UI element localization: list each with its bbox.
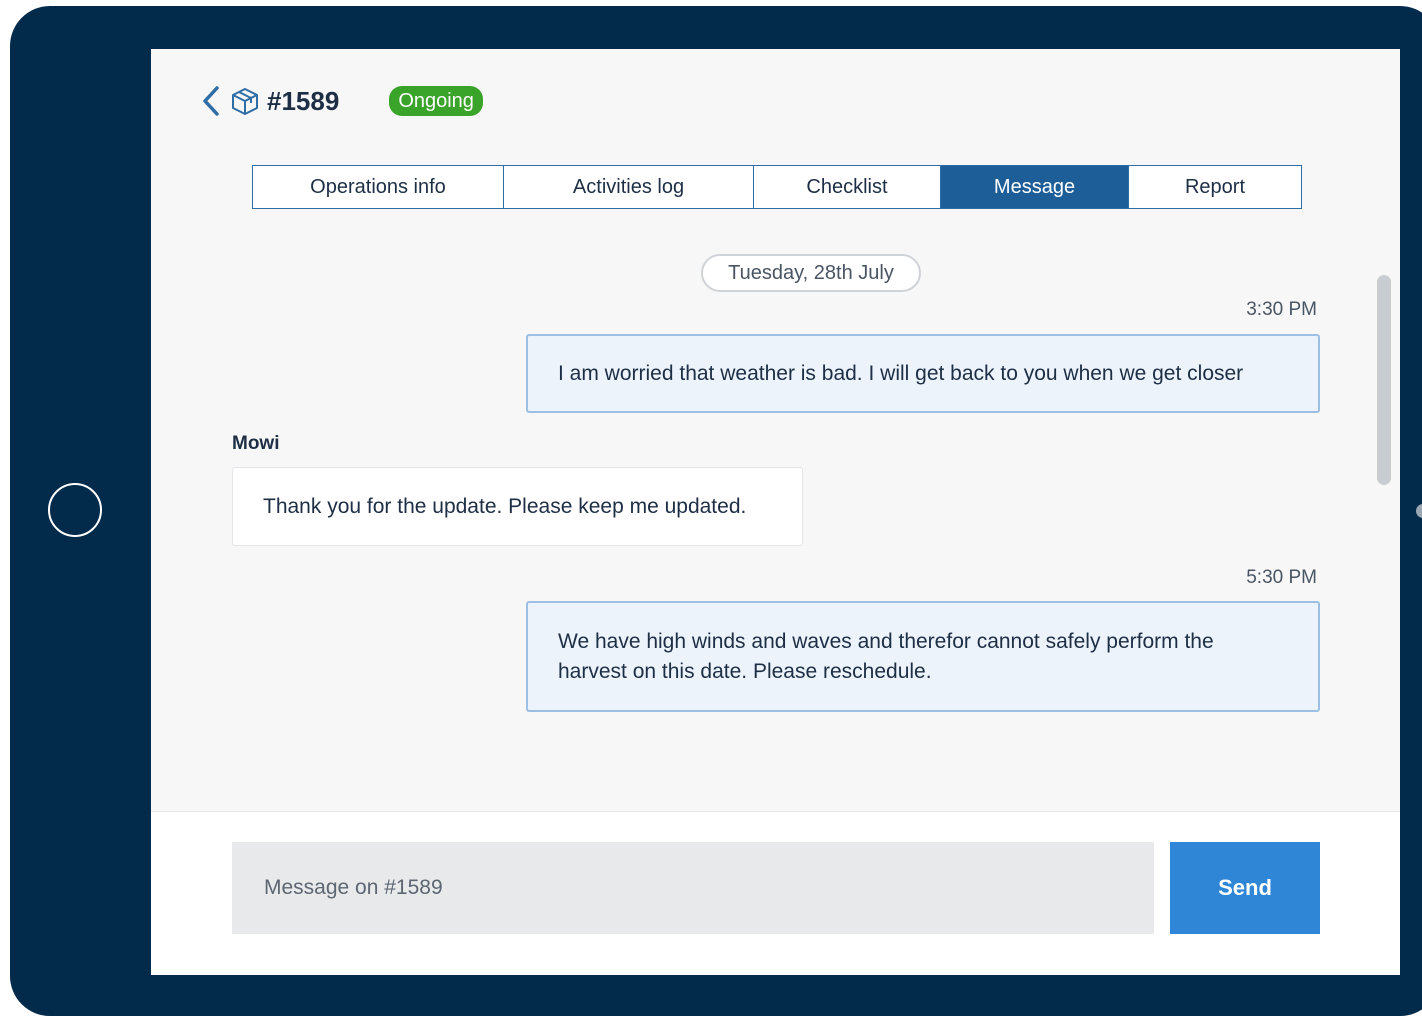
send-button[interactable]: Send <box>1170 842 1320 934</box>
scrollbar[interactable] <box>1377 275 1391 485</box>
tab-report[interactable]: Report <box>1129 166 1301 208</box>
message-text: Thank you for the update. Please keep me… <box>263 494 747 518</box>
tablet-frame: #1589 Ongoing Operations info Activities… <box>10 6 1422 1016</box>
status-badge: Ongoing <box>389 86 483 116</box>
ticket-header: #1589 Ongoing <box>197 81 483 121</box>
incoming-message: Thank you for the update. Please keep me… <box>232 467 803 546</box>
sender-name: Mowi <box>232 433 280 454</box>
date-separator: Tuesday, 28th July <box>701 254 921 292</box>
tab-operations-info[interactable]: Operations info <box>253 166 504 208</box>
package-icon <box>231 86 261 116</box>
message-composer: Send <box>151 811 1400 975</box>
outgoing-message: I am worried that weather is bad. I will… <box>526 334 1320 413</box>
chevron-left-icon[interactable] <box>197 83 225 119</box>
tab-message[interactable]: Message <box>941 166 1129 208</box>
outgoing-message: We have high winds and waves and therefo… <box>526 601 1320 712</box>
home-button[interactable] <box>48 483 102 537</box>
tab-activities-log[interactable]: Activities log <box>504 166 754 208</box>
tab-checklist[interactable]: Checklist <box>754 166 941 208</box>
message-timestamp: 5:30 PM <box>1246 567 1317 588</box>
message-input[interactable] <box>232 842 1154 934</box>
message-text: We have high winds and waves and therefo… <box>558 629 1214 683</box>
message-timestamp: 3:30 PM <box>1246 299 1317 320</box>
tab-bar: Operations info Activities log Checklist… <box>252 165 1302 209</box>
message-text: I am worried that weather is bad. I will… <box>558 361 1244 385</box>
app-screen: #1589 Ongoing Operations info Activities… <box>151 49 1400 975</box>
side-indicator <box>1416 504 1422 518</box>
ticket-id: #1589 <box>267 85 340 116</box>
